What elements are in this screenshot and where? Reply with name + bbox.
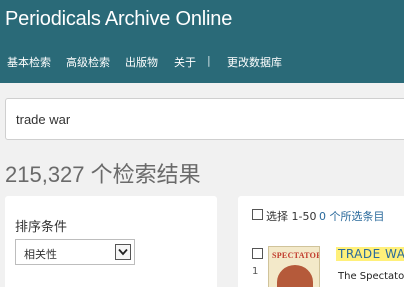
result-index: 1 — [252, 266, 259, 277]
search-input[interactable] — [6, 99, 404, 139]
nav-basic-search[interactable]: 基本检索 — [7, 54, 51, 70]
result-source: The Spectator; — [338, 271, 404, 282]
sort-select[interactable]: 相关性 — [15, 239, 135, 265]
result-checkbox[interactable] — [252, 248, 263, 259]
thumbnail-masthead: SPECTATOR — [272, 251, 320, 260]
thumbnail-illustration — [277, 265, 313, 287]
nav-publications[interactable]: 出版物 — [125, 54, 158, 70]
chevron-down-icon[interactable] — [115, 244, 131, 260]
sort-select-value: 相关性 — [24, 248, 57, 261]
search-box — [5, 98, 404, 140]
sort-label: 排序条件 — [15, 220, 68, 235]
nav-advanced-search[interactable]: 高级检索 — [66, 54, 110, 70]
nav-separator: | — [207, 54, 211, 67]
main-nav: 基本检索 高级检索 出版物 关于 | 更改数据库 — [0, 54, 404, 72]
app-title[interactable]: Periodicals Archive Online — [5, 8, 232, 31]
select-range-label: 选择 1-50 — [266, 210, 317, 223]
select-all-checkbox[interactable] — [252, 209, 263, 220]
results-panel: 选择 1-50 0 个所选条目 1 SPECTATOR TRADE WAR Th… — [238, 196, 404, 287]
header-bar: Periodicals Archive Online 基本检索 高级检索 出版物… — [0, 0, 404, 83]
nav-change-database[interactable]: 更改数据库 — [227, 54, 282, 70]
result-title-link[interactable]: TRADE WAR — [336, 247, 404, 261]
selected-items-link[interactable]: 0 个所选条目 — [319, 208, 385, 224]
nav-about[interactable]: 关于 — [174, 54, 196, 70]
result-count: 215,327 个检索结果 — [5, 162, 201, 187]
sort-panel: 排序条件 相关性 — [5, 196, 217, 287]
result-thumbnail[interactable]: SPECTATOR — [268, 246, 320, 287]
